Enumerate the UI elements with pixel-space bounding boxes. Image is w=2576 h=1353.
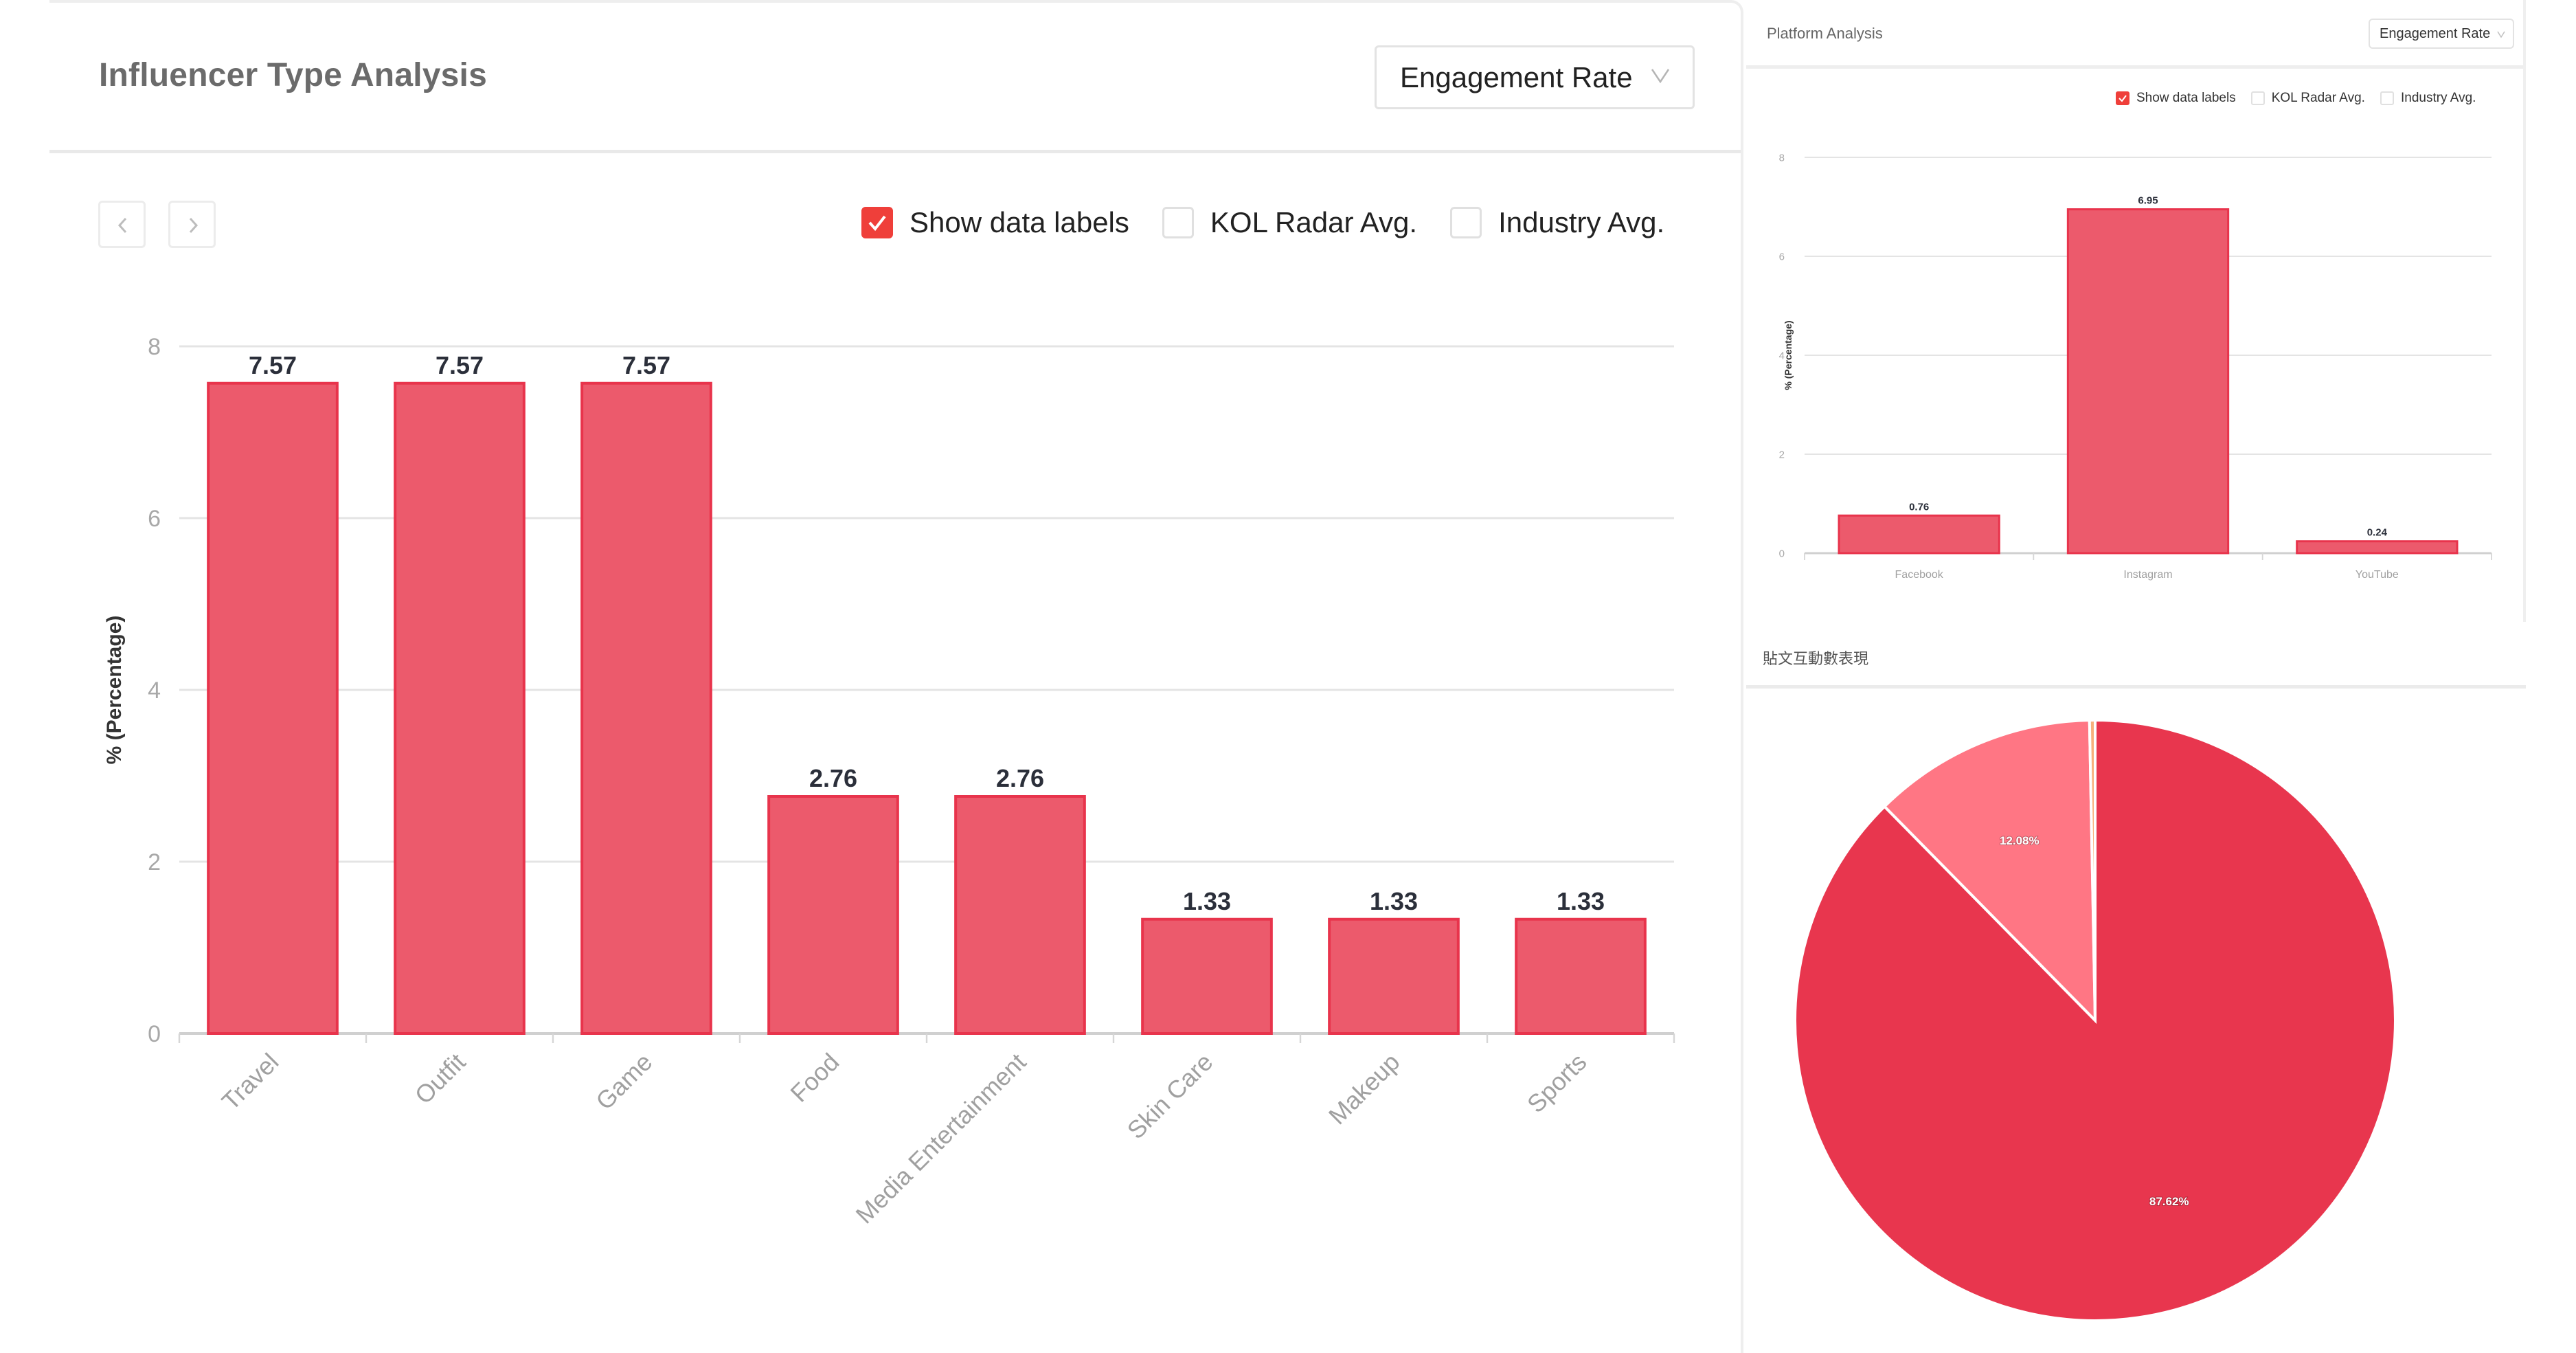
post-engagement-card: 貼文互動數表現 87.62% 12.08%: [1746, 622, 2526, 1353]
card-header: 貼文互動數表現: [1746, 622, 2526, 689]
kol-radar-avg-label[interactable]: KOL Radar Avg.: [1210, 206, 1417, 239]
bar-youtube: [2296, 540, 2459, 555]
metric-dropdown[interactable]: Engagement Rate: [1375, 45, 1695, 109]
chevron-right-icon: [189, 217, 199, 234]
data-label: 1.33: [1183, 887, 1231, 915]
industry-avg-label[interactable]: Industry Avg.: [2401, 91, 2476, 106]
y-tick-label: 0: [1779, 548, 1785, 559]
metric-dropdown-value: Engagement Rate: [1400, 60, 1633, 93]
card-title: 貼文互動數表現: [1763, 651, 1869, 668]
chart-options: Show data labels KOL Radar Avg. Industry…: [861, 206, 1697, 239]
platform-bar-chart: 02468% (Percentage)0.76Facebook6.95Insta…: [1779, 152, 2492, 581]
bar-outfit: [394, 381, 526, 1035]
y-tick-label: 6: [1779, 251, 1785, 262]
bar-facebook: [1838, 514, 2000, 555]
x-tick-label: Game: [590, 1048, 657, 1115]
x-tick-label: Sports: [1522, 1048, 1592, 1119]
x-tick-label: Makeup: [1323, 1048, 1405, 1130]
x-tick-label: Food: [784, 1048, 844, 1108]
bar-makeup: [1328, 917, 1460, 1035]
x-tick-label: Skin Care: [1122, 1048, 1219, 1145]
kol-radar-avg-label[interactable]: KOL Radar Avg.: [2272, 91, 2365, 106]
data-label: 2.76: [809, 764, 857, 792]
show-data-labels-checkbox[interactable]: [861, 207, 893, 238]
show-data-labels-label[interactable]: Show data labels: [909, 206, 1129, 239]
industry-avg-checkbox[interactable]: [2380, 91, 2394, 105]
chevron-down-icon: [2497, 31, 2505, 38]
show-data-labels-label[interactable]: Show data labels: [2136, 91, 2236, 106]
x-tick-label: Travel: [216, 1048, 284, 1116]
bar-food: [767, 795, 899, 1035]
chevron-down-icon: [1651, 69, 1670, 84]
checkmark-icon: [868, 215, 886, 232]
data-label: 2.76: [996, 764, 1044, 792]
x-tick-label: Media Entertainment: [850, 1048, 1032, 1229]
pie-slice-label: 12.08%: [2000, 834, 2040, 847]
bar-instagram: [2066, 208, 2230, 555]
data-label: 7.57: [622, 351, 670, 379]
data-label: 0.76: [1909, 501, 1929, 513]
kol-radar-avg-checkbox[interactable]: [1162, 207, 1194, 238]
y-tick-label: 8: [1779, 152, 1785, 164]
card-header: Influencer Type Analysis Engagement Rate: [49, 3, 1741, 153]
card-header: Platform Analysis Engagement Rate: [1746, 0, 2523, 69]
y-tick-label: 0: [148, 1021, 161, 1047]
data-label: 1.33: [1557, 887, 1605, 915]
data-label: 7.57: [249, 351, 297, 379]
kol-radar-avg-checkbox[interactable]: [2250, 91, 2265, 105]
next-page-button[interactable]: [168, 201, 216, 248]
platform-analysis-card: Platform Analysis Engagement Rate Show d…: [1746, 0, 2526, 622]
bar-media-entertainment: [954, 795, 1086, 1035]
prev-page-button[interactable]: [98, 201, 146, 248]
x-tick-label: YouTube: [2355, 569, 2399, 581]
bar-game: [580, 381, 712, 1035]
post-engagement-pie-chart: 87.62% 12.08%: [1794, 718, 2397, 1322]
chart-options: Show data labels KOL Radar Avg. Industry…: [2116, 91, 2491, 106]
chevron-left-icon: [117, 217, 127, 234]
x-tick-label: Instagram: [2123, 569, 2172, 581]
data-label: 1.33: [1370, 887, 1418, 915]
bar-skin-care: [1141, 917, 1273, 1035]
data-label: 0.24: [2367, 527, 2388, 539]
y-tick-label: 2: [148, 849, 161, 875]
y-axis-title: % (Percentage): [1783, 320, 1794, 390]
bar-sports: [1515, 917, 1647, 1035]
influencer-type-bar-chart: 0 2 4 6 8 % (Percentage) 7.57 Travel 7.57 Outfit 7…: [103, 334, 1675, 1229]
data-label: 6.95: [2138, 195, 2158, 207]
card-title: Influencer Type Analysis: [99, 57, 487, 93]
x-tick-label: Facebook: [1895, 569, 1944, 581]
x-tick-label: Outfit: [409, 1048, 471, 1110]
y-tick-label: 6: [148, 506, 161, 532]
card-title: Platform Analysis: [1767, 25, 1883, 42]
y-axis-title: % (Percentage): [103, 616, 126, 765]
industry-avg-label[interactable]: Industry Avg.: [1498, 206, 1664, 239]
show-data-labels-checkbox[interactable]: [2116, 91, 2129, 105]
influencer-type-card: Influencer Type Analysis Engagement Rate…: [49, 0, 1743, 1353]
data-label: 7.57: [436, 351, 484, 379]
checkmark-icon: [2119, 95, 2127, 102]
bar-travel: [207, 381, 339, 1035]
metric-dropdown[interactable]: Engagement Rate: [2369, 19, 2514, 49]
pie-slice-label: 87.62%: [2149, 1195, 2189, 1208]
y-tick-label: 2: [1779, 449, 1785, 460]
metric-dropdown-value: Engagement Rate: [2380, 25, 2491, 41]
y-tick-label: 4: [148, 678, 161, 704]
industry-avg-checkbox[interactable]: [1450, 207, 1482, 238]
y-tick-label: 8: [148, 334, 161, 360]
